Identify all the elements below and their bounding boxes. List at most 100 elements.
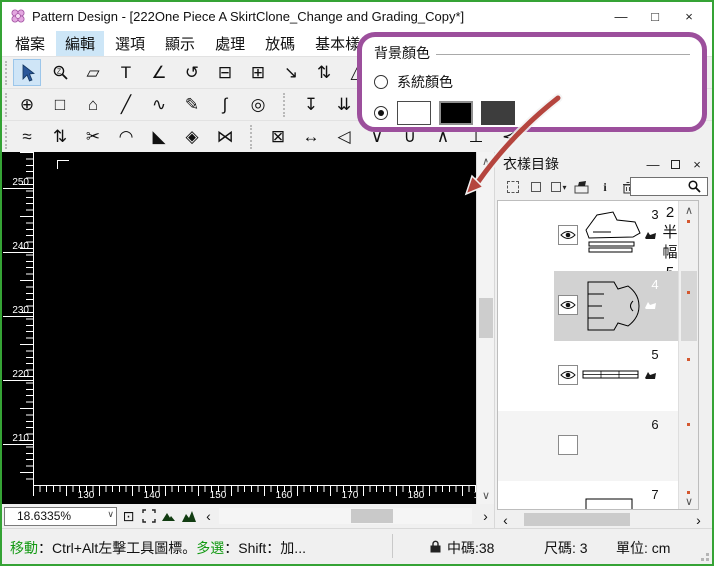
search-icon[interactable] [687, 179, 702, 194]
toolbar-group-separator [250, 125, 258, 149]
grade-xy-tool-button[interactable]: ↘ [277, 59, 305, 86]
panel-horizontal-scrollbar[interactable]: ‹ › [497, 511, 707, 528]
fit-view-icon[interactable] [140, 508, 157, 525]
select-tool-button[interactable] [13, 59, 41, 86]
notch-tool-button[interactable]: ⋈ [211, 123, 239, 150]
list-vertical-scrollbar[interactable]: ∧ ∨ [678, 201, 698, 509]
visibility-checkbox[interactable] [558, 365, 578, 385]
copy-piece-button[interactable] [526, 178, 546, 196]
grade-point-tool-button[interactable]: ⇅ [310, 59, 338, 86]
minimize-button[interactable]: — [604, 4, 638, 28]
zoom-level-combobox[interactable]: 18.6335% ∨ [4, 507, 117, 526]
canvas-horizontal-scrollbar[interactable] [219, 508, 472, 524]
custom-color-radio[interactable] [374, 106, 388, 120]
mirror-tool-button[interactable]: ◈ [178, 123, 206, 150]
toolbar-drag-handle[interactable] [5, 61, 9, 85]
dart-arc-tool-button[interactable]: ◠ [112, 123, 140, 150]
move-point-tool-button[interactable]: ⊕ [13, 91, 41, 118]
scroll-right-arrow[interactable]: › [690, 511, 707, 528]
piece-info-button[interactable]: i [595, 178, 615, 196]
dart-left-tool-button[interactable]: ◁ [330, 123, 358, 150]
visibility-checkbox[interactable] [558, 225, 578, 245]
menu-grading[interactable]: 放碼 [256, 31, 304, 56]
vertical-ruler-line [33, 152, 34, 486]
piece-search-box[interactable] [630, 177, 708, 196]
menu-process[interactable]: 處理 [206, 31, 254, 56]
crop-view-icon[interactable]: ⊡ [120, 508, 137, 525]
list-item-selected[interactable]: 4 [498, 271, 680, 341]
scroll-right-arrow[interactable]: › [477, 508, 494, 525]
drawing-canvas[interactable]: 250 240 230 220 210 130 140 150 160 170 … [2, 152, 476, 504]
panel-minimize-button[interactable]: — [642, 155, 664, 173]
ruler-tool-button[interactable]: ▱ [79, 59, 107, 86]
canvas-hscroll-thumb[interactable] [351, 509, 393, 523]
zoom-tool-button[interactable]: Z [46, 59, 74, 86]
resize-grip[interactable] [706, 558, 709, 561]
toolbar-drag-handle[interactable] [5, 125, 9, 149]
menu-display[interactable]: 顯示 [156, 31, 204, 56]
list-item[interactable]: 6 [498, 411, 680, 481]
panel-close-button[interactable]: × [686, 155, 708, 173]
menu-file[interactable]: 檔案 [6, 31, 54, 56]
marquee-select-button[interactable] [503, 178, 523, 196]
hem-curve-tool-button[interactable]: ≈ [13, 123, 41, 150]
color-swatch-white[interactable] [397, 101, 431, 125]
trace-curve-tool-button[interactable]: ∫ [211, 91, 239, 118]
seam-angle-tool-button[interactable]: ∠ [145, 59, 173, 86]
spiral-tool-button[interactable]: ◎ [244, 91, 272, 118]
show-small-pieces-icon[interactable] [160, 508, 177, 525]
canvas-vscroll-thumb[interactable] [479, 298, 493, 338]
maximize-button[interactable]: □ [638, 4, 672, 28]
polygon-tool-button[interactable]: ⌂ [79, 91, 107, 118]
scroll-up-arrow[interactable]: ∧ [477, 153, 495, 169]
visibility-checkbox-unchecked[interactable] [558, 435, 578, 455]
piece-thumbnail [582, 369, 640, 381]
list-item[interactable]: 7 [498, 481, 680, 510]
move-x-tool-button[interactable]: ⊟ [211, 59, 239, 86]
mountain-large-icon [181, 510, 197, 523]
menu-options[interactable]: 選項 [106, 31, 154, 56]
flip-vertical-tool-button[interactable]: ⇅ [46, 123, 74, 150]
close-button[interactable]: × [672, 4, 706, 28]
scroll-left-arrow[interactable]: ‹ [497, 511, 514, 528]
panel-hscroll-thumb[interactable] [524, 513, 630, 526]
scroll-up-arrow[interactable]: ∧ [679, 202, 699, 218]
panel-hscroll-track[interactable] [514, 512, 687, 527]
cut-tool-button[interactable]: ✂ [79, 123, 107, 150]
list-item[interactable]: 3 2半 幅5 [498, 201, 680, 271]
panel-restore-button[interactable] [664, 155, 686, 173]
scroll-down-arrow[interactable]: ∨ [679, 493, 699, 509]
export-piece-button[interactable] [572, 178, 592, 196]
chevron-down-icon[interactable]: ∨ [107, 509, 114, 520]
curve-tool-button[interactable]: ∿ [145, 91, 173, 118]
show-all-pieces-icon[interactable] [180, 508, 197, 525]
rectangle-tool-button[interactable]: □ [46, 91, 74, 118]
menu-edit[interactable]: 編輯 [56, 31, 104, 56]
flag-icon [644, 230, 658, 240]
corner-tool-button[interactable]: ◣ [145, 123, 173, 150]
toolbar-drag-handle[interactable] [5, 93, 9, 117]
vertical-ruler-label: 220 [3, 369, 33, 381]
line-tool-button[interactable]: ╱ [112, 91, 140, 118]
text-tool-button[interactable]: T [112, 59, 140, 86]
system-color-radio[interactable] [374, 75, 388, 89]
copy-options-button[interactable]: ▾ [549, 178, 569, 196]
list-item[interactable]: 5 [498, 341, 680, 411]
scroll-left-arrow[interactable]: ‹ [200, 508, 217, 525]
seam-allowance-tool-button[interactable]: ⊠ [264, 123, 292, 150]
rectangle-icon: □ [55, 95, 65, 115]
canvas-vertical-scrollbar[interactable]: ∧ ∨ [476, 152, 494, 504]
width-measure-tool-button[interactable]: ↔ [297, 123, 325, 150]
rotate-tool-button[interactable]: ↺ [178, 59, 206, 86]
color-swatch-black[interactable] [439, 101, 473, 125]
visibility-checkbox[interactable] [558, 295, 578, 315]
list-vscroll-thumb[interactable] [681, 271, 697, 341]
flag-icon [644, 370, 658, 380]
scroll-down-arrow[interactable]: ∨ [477, 487, 495, 503]
color-swatch-gray[interactable] [481, 101, 515, 125]
edit-curve-tool-button[interactable]: ✎ [178, 91, 206, 118]
drop-point-tool-button[interactable]: ↧ [297, 91, 325, 118]
move-y-tool-button[interactable]: ⊞ [244, 59, 272, 86]
cross-point-tool-button[interactable]: ⇊ [330, 91, 358, 118]
search-input[interactable] [631, 179, 687, 194]
